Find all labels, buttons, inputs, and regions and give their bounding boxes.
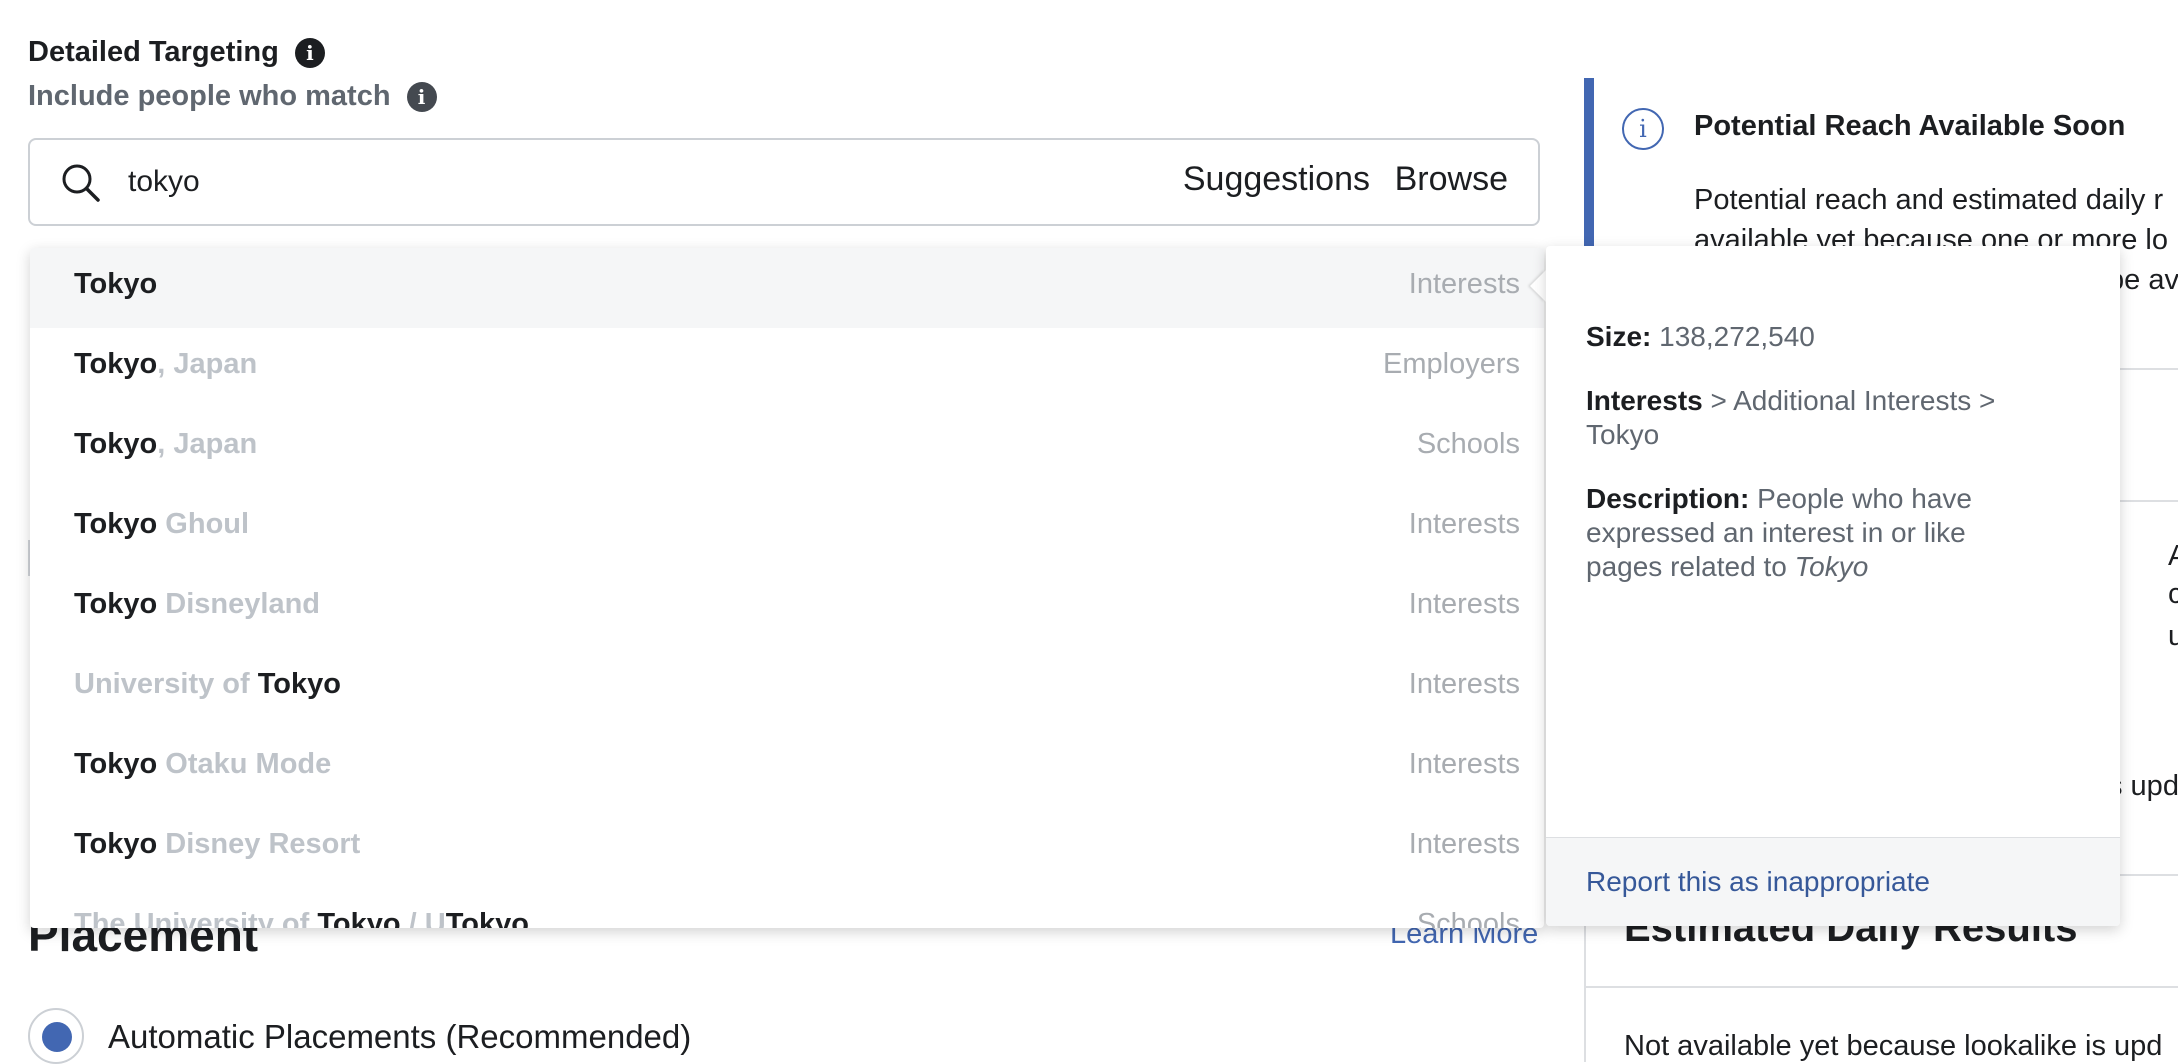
include-heading: Include people who match i [28,80,437,113]
detailed-targeting-title: Detailed Targeting [28,36,279,68]
search-results-dropdown: Tokyo Interests Tokyo, Japan Employers T… [30,248,1544,928]
info-icon[interactable]: i [294,38,325,69]
result-row[interactable]: Tokyo Disneyland Interests [30,568,1544,648]
result-row[interactable]: The University of Tokyo / UTokyo Schools [30,888,1544,928]
report-inappropriate-link[interactable]: Report this as inappropriate [1586,866,1930,898]
info-circle-icon: i [1622,108,1664,150]
search-icon [62,164,100,202]
panel-text-fragment: u [2168,620,2178,652]
result-category: Interests [1408,588,1520,620]
result-category: Employers [1383,348,1520,380]
result-category: Interests [1408,828,1520,860]
audience-size: Size: 138,272,540 [1586,321,1815,352]
result-row[interactable]: Tokyo Disney Resort Interests [30,808,1544,888]
browse-link[interactable]: Browse [1395,160,1508,199]
result-row[interactable]: Tokyo Interests [30,248,1544,328]
result-category: Interests [1408,668,1520,700]
result-name: The University of Tokyo / UTokyo [74,908,529,928]
flyout-footer: Report this as inappropriate [1546,837,2120,926]
result-category: Interests [1408,748,1520,780]
detailed-targeting-heading: Detailed Targeting i [28,36,325,69]
estimated-daily-results-body: Not available yet because lookalike is u… [1624,1030,2163,1062]
panel-text-fragment: A [2168,540,2178,572]
potential-reach-title: Potential Reach Available Soon [1694,110,2126,142]
interest-path: Interests > Additional Interests > Tokyo [1586,385,1996,450]
radio-selected-dot [42,1022,72,1052]
result-row[interactable]: University of Tokyo Interests [30,648,1544,728]
panel-divider [1584,986,2178,988]
flyout-caret [1530,270,1546,302]
reach-accent-bar [1584,78,1594,248]
suggestions-link[interactable]: Suggestions [1183,160,1370,199]
result-name: Tokyo Ghoul [74,508,250,540]
result-name: Tokyo Disney Resort [74,828,361,860]
include-subtitle: Include people who match [28,80,391,112]
result-category: Interests [1408,508,1520,540]
result-name: Tokyo Otaku Mode [74,748,332,780]
automatic-placements-label[interactable]: Automatic Placements (Recommended) [108,1018,691,1056]
panel-text-fragment: c [2168,578,2178,610]
targeting-search-box[interactable]: Suggestions Browse [28,138,1540,226]
result-row[interactable]: Tokyo Ghoul Interests [30,488,1544,568]
result-category: Schools [1416,428,1520,460]
result-name: Tokyo, Japan [74,428,258,460]
result-name: Tokyo [74,268,158,300]
result-category: Interests [1408,268,1520,300]
info-icon[interactable]: i [406,82,437,113]
reach-body-line: Potential reach and estimated daily r [1694,184,2164,216]
automatic-placements-radio[interactable] [28,1008,84,1064]
result-name: University of Tokyo [74,668,341,700]
search-input[interactable] [128,158,1028,206]
result-name: Tokyo, Japan [74,348,258,380]
result-row[interactable]: Tokyo, Japan Employers [30,328,1544,408]
result-row[interactable]: Tokyo, Japan Schools [30,408,1544,488]
result-category: Schools [1416,908,1520,928]
result-row[interactable]: Tokyo Otaku Mode Interests [30,728,1544,808]
interest-description: Description: People who have expressed a… [1586,483,1972,582]
interest-details-flyout: Size: 138,272,540 Interests > Additional… [1546,246,2120,926]
result-name: Tokyo Disneyland [74,588,321,620]
